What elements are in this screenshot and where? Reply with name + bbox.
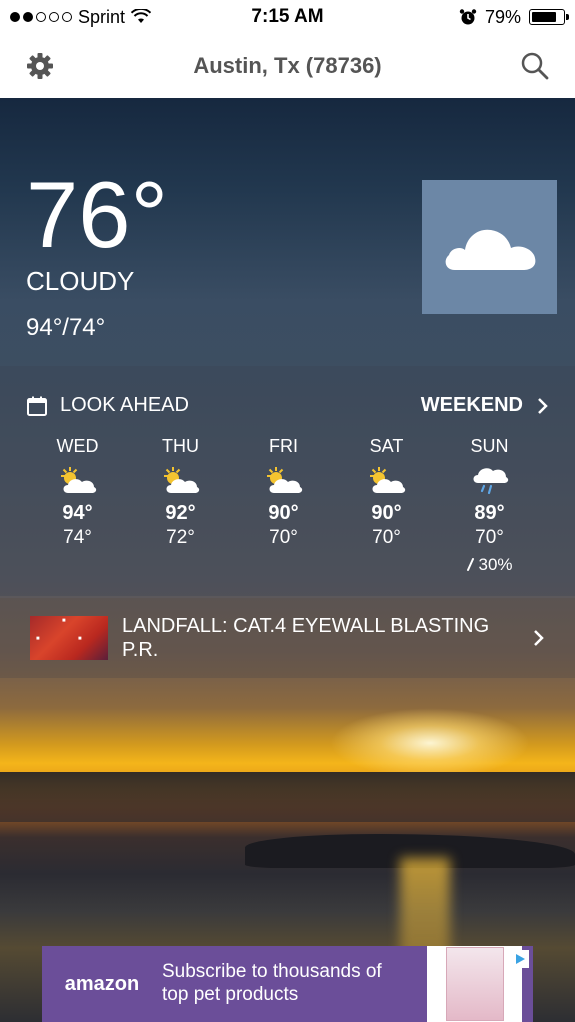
current-hi-lo: 94°/74° (26, 314, 106, 341)
forecast-day-wed[interactable]: WED 94° 74° (26, 436, 129, 575)
day-low: 70° (372, 527, 401, 548)
alarm-icon (459, 9, 477, 25)
search-icon (521, 52, 549, 80)
news-headline: LANDFALL: CAT.4 EYEWALL BLASTING P.R. (122, 615, 490, 661)
day-low: 72° (166, 527, 195, 548)
day-high: 89° (474, 502, 505, 524)
day-low: 70° (269, 527, 298, 548)
forecast-days: WED 94° 74° THU 92° 72° FRI 90° 70° SAT … (26, 436, 546, 575)
ad-text: Subscribe to thousands of top pet produc… (162, 961, 382, 1005)
forecast-day-sat[interactable]: SAT 90° 70° (335, 436, 438, 575)
day-low: 70° (475, 527, 504, 548)
weekend-link[interactable]: WEEKEND (421, 394, 549, 417)
partly-sunny-icon (163, 467, 199, 493)
rain-cloud-icon (473, 468, 508, 495)
look-ahead-label: LOOK AHEAD (60, 394, 189, 416)
settings-button[interactable] (22, 48, 58, 84)
day-high: 90° (268, 502, 299, 524)
wifi-icon (131, 9, 152, 23)
battery-percent: 79% (484, 6, 521, 27)
day-high: 92° (165, 502, 196, 524)
partly-sunny-icon (369, 467, 405, 493)
partly-sunny-icon (266, 467, 302, 493)
search-button[interactable] (517, 48, 553, 84)
ad-product-image (427, 946, 522, 1022)
day-name: FRI (269, 436, 298, 456)
signal-icon (10, 12, 72, 22)
day-name: SAT (369, 436, 404, 456)
day-name: THU (162, 436, 199, 456)
status-time: 7:15 AM (251, 6, 324, 27)
status-left: Sprint (10, 7, 210, 28)
amazon-logo: amazon (64, 972, 140, 995)
gear-icon (27, 53, 53, 79)
status-bar: Sprint 7:15 AM 79% (0, 0, 575, 34)
forecast-day-sun[interactable]: SUN 89° 70° 30% (438, 436, 541, 575)
forecast-day-fri[interactable]: FRI 90° 70° (232, 436, 335, 575)
current-condition: CLOUDY (26, 266, 135, 296)
look-ahead-header: LOOK AHEAD (26, 394, 189, 417)
news-item[interactable]: ■ ■ ■ LANDFALL: CAT.4 EYEWALL BLASTING P… (0, 598, 575, 678)
current-temperature: 76° (26, 162, 169, 267)
day-name: WED (56, 436, 99, 456)
ad-choices-icon[interactable] (511, 950, 529, 968)
weekend-label: WEEKEND (420, 394, 523, 416)
news-thumbnail: ■ ■ ■ (30, 616, 108, 660)
forecast-day-thu[interactable]: THU 92° 72° (129, 436, 232, 575)
day-low: 74° (63, 527, 92, 548)
battery-icon (529, 9, 569, 25)
partly-sunny-icon (60, 467, 96, 493)
precip-value: 30% (478, 555, 513, 574)
calendar-icon (27, 396, 47, 416)
status-right: 79% (365, 6, 569, 28)
condition-tile[interactable] (422, 180, 557, 314)
app-header: Austin, Tx (78736) (0, 34, 575, 98)
day-high: 90° (371, 502, 402, 524)
day-name: SUN (470, 436, 509, 456)
precip-chance: 30% (438, 555, 541, 575)
carrier-label: Sprint (78, 6, 126, 27)
raindrop-icon (467, 558, 475, 571)
day-high: 94° (62, 502, 93, 524)
location-title[interactable]: Austin, Tx (78736) (193, 53, 381, 79)
chevron-right-icon (534, 630, 544, 646)
chevron-right-icon (538, 397, 548, 414)
cloud-icon (445, 229, 535, 270)
ad-banner[interactable]: amazon Subscribe to thousands of top pet… (42, 946, 533, 1022)
